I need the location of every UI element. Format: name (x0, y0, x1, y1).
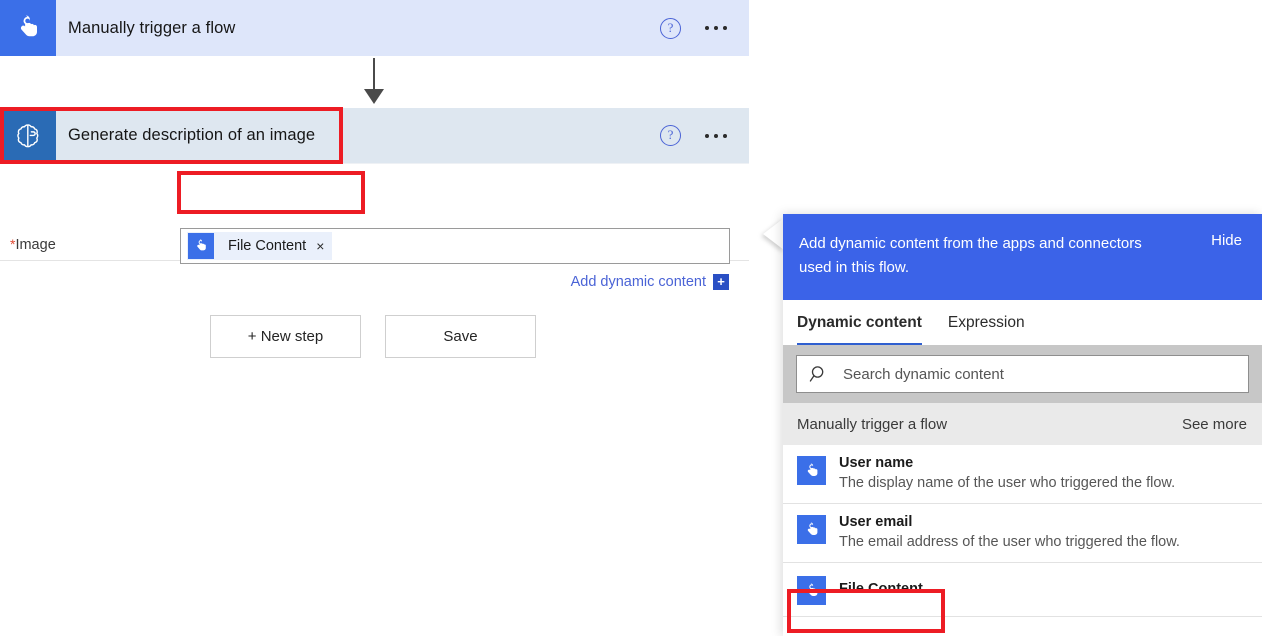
tab-dynamic-content[interactable]: Dynamic content (797, 314, 922, 345)
list-item-name: File Content (839, 580, 923, 599)
list-item[interactable]: User name The display name of the user w… (783, 445, 1262, 504)
dynamic-content-group-header: Manually trigger a flow See more (783, 403, 1262, 445)
plus-badge-icon[interactable]: + (713, 274, 729, 290)
flow-designer-canvas: Manually trigger a flow ? Generate descr… (0, 0, 750, 636)
more-horizontal-icon[interactable] (705, 134, 727, 138)
dynamic-content-list: User name The display name of the user w… (783, 445, 1262, 617)
token-label: File Content (214, 238, 316, 254)
help-circle-icon[interactable]: ? (660, 125, 681, 146)
ai-builder-brain-icon (0, 108, 56, 164)
list-item[interactable]: User email The email address of the user… (783, 504, 1262, 563)
flow-card-trigger[interactable]: Manually trigger a flow ? (0, 0, 749, 56)
hand-tap-icon (0, 0, 56, 56)
list-item[interactable]: File Content (783, 563, 1262, 617)
list-item-name: User email (839, 513, 1180, 532)
action-card-title: Generate description of an image (56, 126, 315, 145)
panel-header: Add dynamic content from the apps and co… (783, 214, 1262, 300)
action-card-actions: ? (660, 125, 749, 146)
flow-card-action[interactable]: Generate description of an image ? *Imag… (0, 108, 749, 261)
list-item-texts: User email The email address of the user… (826, 513, 1180, 553)
list-item-description: The display name of the user who trigger… (839, 473, 1175, 494)
hand-tap-icon (797, 456, 826, 485)
image-input[interactable]: File Content × (180, 228, 730, 264)
dynamic-content-panel: Add dynamic content from the apps and co… (783, 214, 1262, 636)
panel-hide-button[interactable]: Hide (1211, 232, 1242, 249)
group-title: Manually trigger a flow (797, 416, 947, 433)
trigger-card-actions: ? (660, 18, 749, 39)
panel-header-message: Add dynamic content from the apps and co… (799, 232, 1177, 280)
add-dynamic-content-link[interactable]: Add dynamic content + (571, 274, 729, 290)
hand-tap-icon (188, 233, 214, 259)
search-box[interactable] (796, 355, 1249, 393)
list-item-description: The email address of the user who trigge… (839, 532, 1180, 553)
image-field-label-text: Image (15, 237, 55, 253)
trigger-card-header[interactable]: Manually trigger a flow ? (0, 0, 749, 56)
action-card-body: *Image File Content × Add dynamic conten… (0, 164, 749, 260)
see-more-button[interactable]: See more (1182, 416, 1247, 433)
image-field-label: *Image (10, 236, 56, 253)
list-item-name: User name (839, 454, 1175, 473)
action-card-header[interactable]: Generate description of an image ? (0, 108, 749, 164)
flow-action-buttons: + New step Save (0, 315, 749, 358)
hand-tap-icon (797, 515, 826, 544)
panel-tabs: Dynamic content Expression (783, 300, 1262, 345)
hand-tap-icon (797, 576, 826, 605)
flow-connector (0, 56, 749, 108)
tab-expression[interactable]: Expression (948, 314, 1025, 345)
search-icon (809, 364, 829, 384)
close-x-icon[interactable]: × (316, 238, 324, 254)
more-horizontal-icon[interactable] (705, 26, 727, 30)
save-button[interactable]: Save (385, 315, 536, 358)
panel-search-container (783, 345, 1262, 403)
trigger-card-title: Manually trigger a flow (56, 19, 235, 38)
list-item-texts: File Content (826, 580, 923, 599)
dynamic-token-file-content[interactable]: File Content × (187, 232, 332, 260)
search-input[interactable] (841, 365, 1240, 384)
callout-pointer-icon (763, 218, 784, 250)
list-item-texts: User name The display name of the user w… (826, 454, 1175, 494)
help-circle-icon[interactable]: ? (660, 18, 681, 39)
down-arrow-head (364, 89, 384, 104)
new-step-button[interactable]: + New step (210, 315, 361, 358)
add-dynamic-content-label: Add dynamic content (571, 274, 706, 290)
